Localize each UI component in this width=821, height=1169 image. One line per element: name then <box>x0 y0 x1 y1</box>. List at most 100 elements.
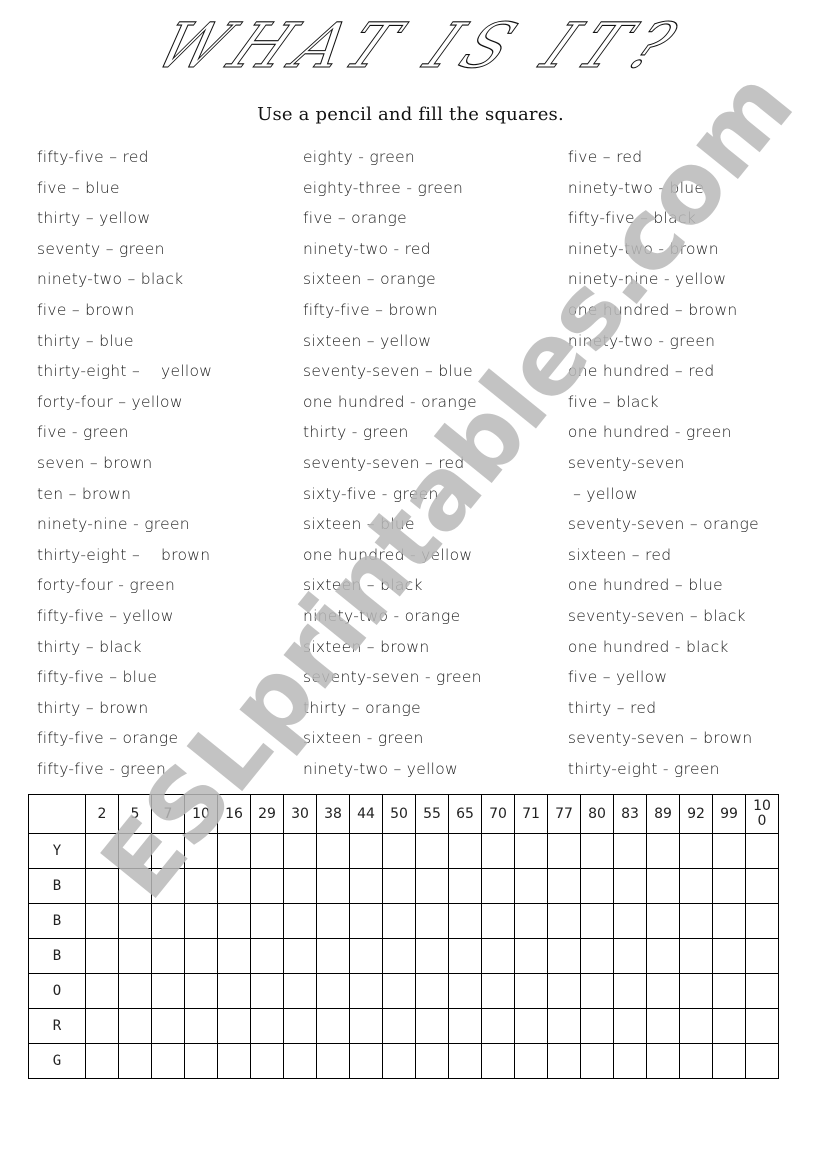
grid-cell[interactable] <box>646 973 680 1009</box>
grid-cell[interactable] <box>745 868 779 904</box>
grid-cell[interactable] <box>415 938 449 974</box>
grid-cell[interactable] <box>382 1043 416 1079</box>
grid-cell[interactable] <box>481 903 515 939</box>
grid-cell[interactable] <box>349 903 383 939</box>
grid-cell[interactable] <box>316 903 350 939</box>
grid-cell[interactable] <box>613 973 647 1009</box>
grid-cell[interactable] <box>613 868 647 904</box>
grid-cell[interactable] <box>712 973 746 1009</box>
grid-cell[interactable] <box>547 1043 581 1079</box>
grid-cell[interactable] <box>712 833 746 869</box>
grid-cell[interactable] <box>745 938 779 974</box>
grid-cell[interactable] <box>481 938 515 974</box>
grid-cell[interactable] <box>679 938 713 974</box>
grid-cell[interactable] <box>184 868 218 904</box>
grid-cell[interactable] <box>85 973 119 1009</box>
grid-cell[interactable] <box>283 973 317 1009</box>
grid-cell[interactable] <box>679 833 713 869</box>
grid-cell[interactable] <box>745 1008 779 1044</box>
grid-cell[interactable] <box>382 973 416 1009</box>
grid-cell[interactable] <box>613 1008 647 1044</box>
grid-cell[interactable] <box>646 833 680 869</box>
grid-cell[interactable] <box>151 938 185 974</box>
grid-cell[interactable] <box>514 903 548 939</box>
grid-cell[interactable] <box>85 1043 119 1079</box>
grid-cell[interactable] <box>184 1008 218 1044</box>
grid-cell[interactable] <box>481 973 515 1009</box>
grid-cell[interactable] <box>613 833 647 869</box>
grid-cell[interactable] <box>448 903 482 939</box>
grid-cell[interactable] <box>679 1008 713 1044</box>
grid-cell[interactable] <box>250 868 284 904</box>
grid-cell[interactable] <box>283 903 317 939</box>
grid-cell[interactable] <box>184 938 218 974</box>
grid-cell[interactable] <box>712 1043 746 1079</box>
grid-cell[interactable] <box>415 1008 449 1044</box>
grid-cell[interactable] <box>514 973 548 1009</box>
grid-cell[interactable] <box>580 868 614 904</box>
grid-cell[interactable] <box>646 903 680 939</box>
grid-cell[interactable] <box>745 903 779 939</box>
grid-cell[interactable] <box>547 868 581 904</box>
grid-cell[interactable] <box>514 833 548 869</box>
grid-cell[interactable] <box>580 1043 614 1079</box>
grid-cell[interactable] <box>448 868 482 904</box>
grid-cell[interactable] <box>151 868 185 904</box>
grid-cell[interactable] <box>580 973 614 1009</box>
grid-cell[interactable] <box>481 868 515 904</box>
grid-cell[interactable] <box>316 868 350 904</box>
grid-cell[interactable] <box>580 938 614 974</box>
grid-cell[interactable] <box>382 938 416 974</box>
grid-cell[interactable] <box>250 1043 284 1079</box>
grid-cell[interactable] <box>514 868 548 904</box>
grid-cell[interactable] <box>745 833 779 869</box>
grid-cell[interactable] <box>481 833 515 869</box>
grid-cell[interactable] <box>349 938 383 974</box>
grid-cell[interactable] <box>151 1008 185 1044</box>
grid-cell[interactable] <box>415 903 449 939</box>
grid-cell[interactable] <box>184 973 218 1009</box>
grid-cell[interactable] <box>250 833 284 869</box>
grid-cell[interactable] <box>283 1043 317 1079</box>
grid-cell[interactable] <box>85 938 119 974</box>
grid-cell[interactable] <box>382 903 416 939</box>
grid-cell[interactable] <box>745 1043 779 1079</box>
grid-cell[interactable] <box>349 833 383 869</box>
grid-cell[interactable] <box>217 833 251 869</box>
grid-cell[interactable] <box>118 903 152 939</box>
grid-cell[interactable] <box>151 1043 185 1079</box>
grid-cell[interactable] <box>118 1008 152 1044</box>
grid-cell[interactable] <box>118 973 152 1009</box>
grid-cell[interactable] <box>415 833 449 869</box>
grid-cell[interactable] <box>547 973 581 1009</box>
grid-cell[interactable] <box>217 868 251 904</box>
grid-cell[interactable] <box>283 833 317 869</box>
grid-cell[interactable] <box>613 938 647 974</box>
grid-cell[interactable] <box>481 1043 515 1079</box>
grid-cell[interactable] <box>382 868 416 904</box>
grid-cell[interactable] <box>514 1043 548 1079</box>
grid-cell[interactable] <box>217 903 251 939</box>
grid-cell[interactable] <box>646 868 680 904</box>
grid-cell[interactable] <box>85 868 119 904</box>
grid-cell[interactable] <box>85 903 119 939</box>
grid-cell[interactable] <box>712 938 746 974</box>
grid-cell[interactable] <box>118 1043 152 1079</box>
grid-cell[interactable] <box>646 938 680 974</box>
grid-cell[interactable] <box>217 1043 251 1079</box>
grid-cell[interactable] <box>316 1043 350 1079</box>
grid-cell[interactable] <box>415 973 449 1009</box>
grid-cell[interactable] <box>349 973 383 1009</box>
grid-cell[interactable] <box>316 833 350 869</box>
grid-cell[interactable] <box>250 1008 284 1044</box>
grid-cell[interactable] <box>283 868 317 904</box>
grid-cell[interactable] <box>514 938 548 974</box>
grid-cell[interactable] <box>250 903 284 939</box>
grid-cell[interactable] <box>547 833 581 869</box>
grid-cell[interactable] <box>283 938 317 974</box>
grid-cell[interactable] <box>481 1008 515 1044</box>
grid-cell[interactable] <box>580 1008 614 1044</box>
grid-cell[interactable] <box>382 1008 416 1044</box>
grid-cell[interactable] <box>712 868 746 904</box>
grid-cell[interactable] <box>415 1043 449 1079</box>
